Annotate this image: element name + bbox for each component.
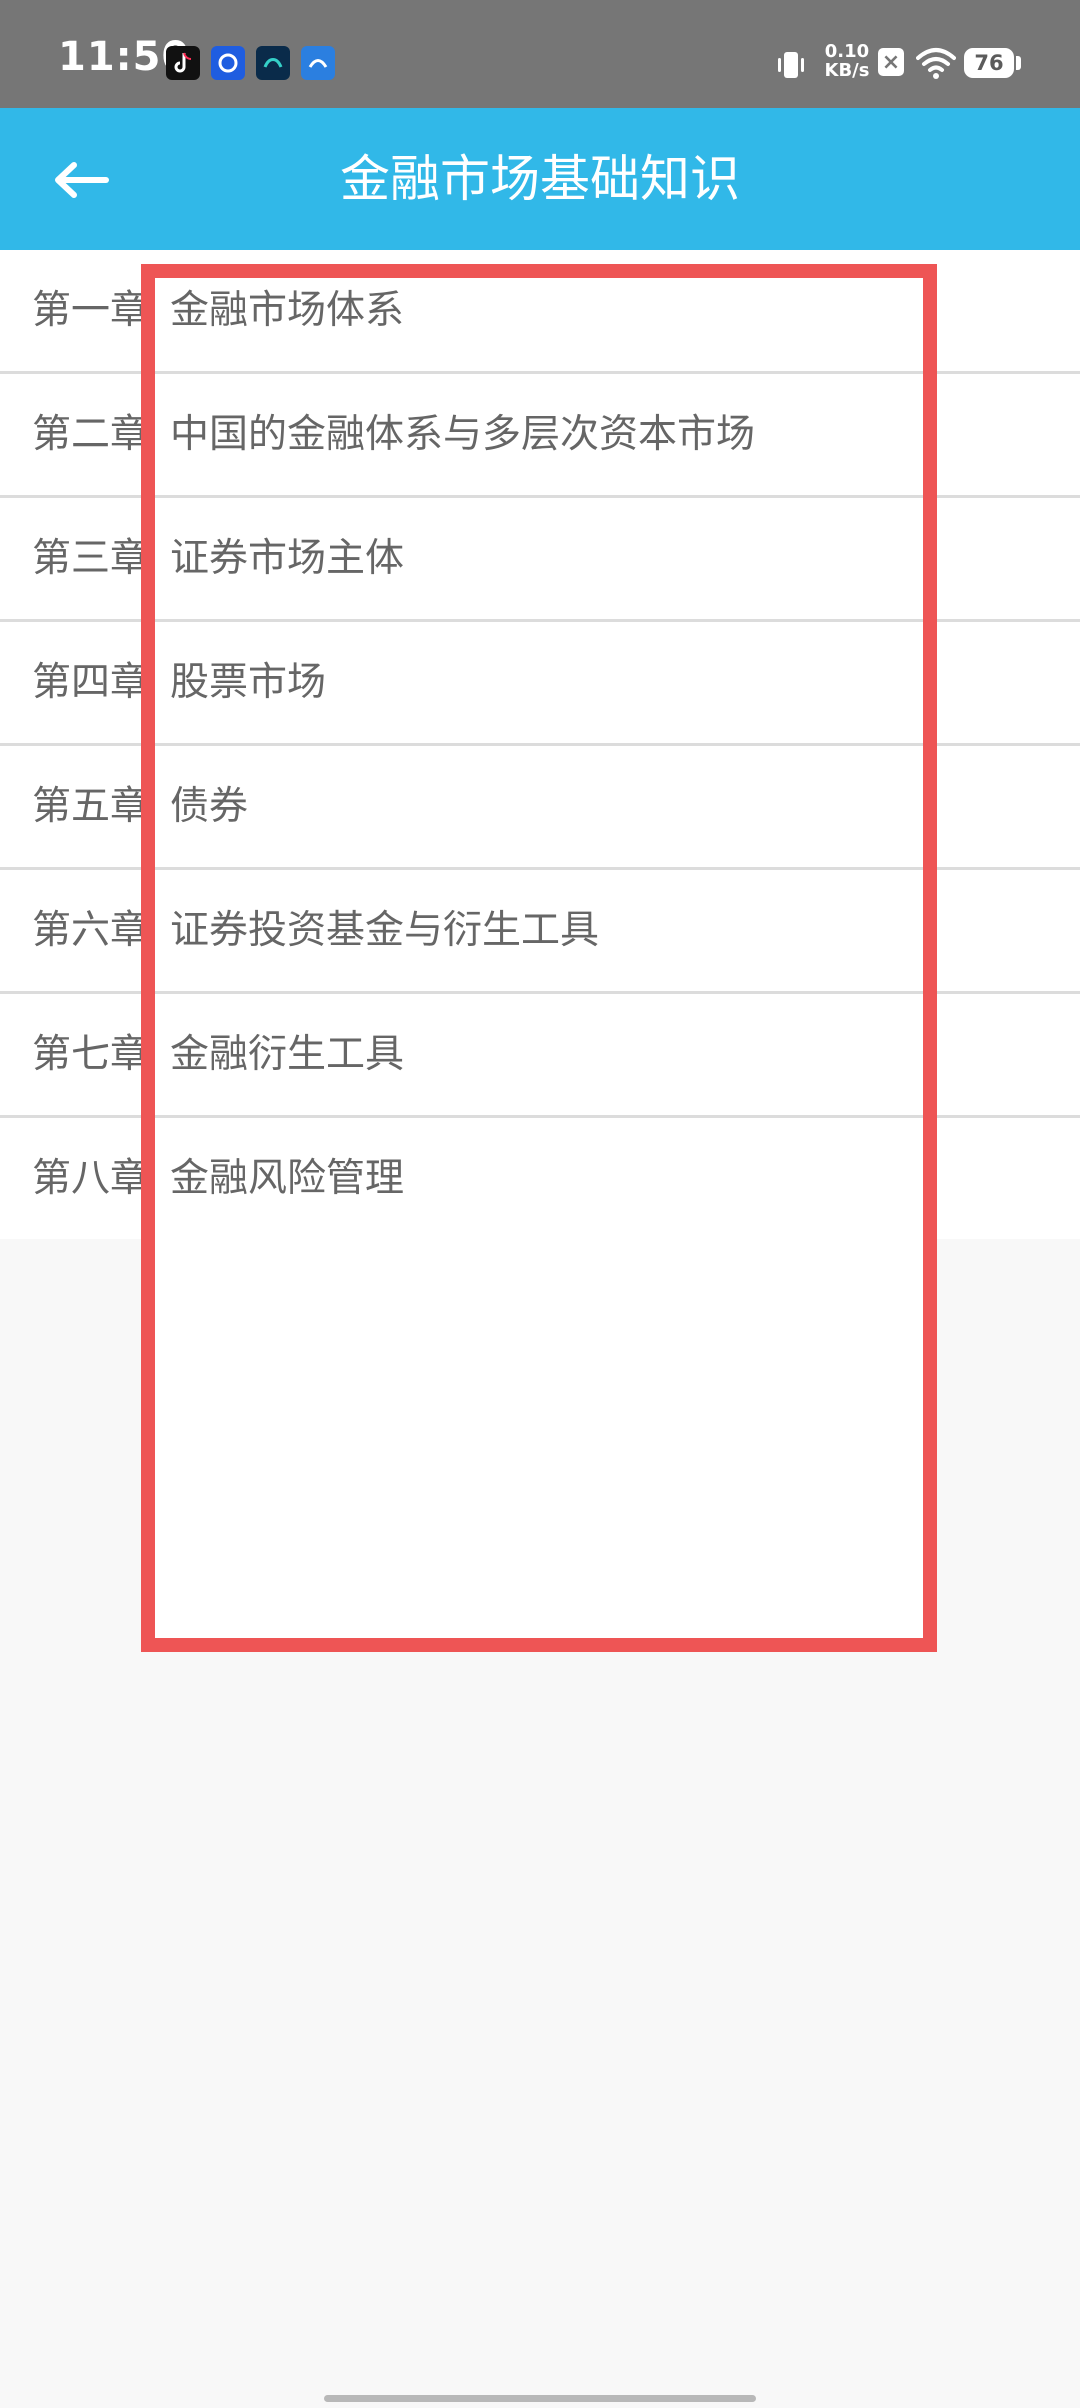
chapter-number: 第二章	[32, 412, 142, 457]
tiktok-icon	[166, 46, 200, 80]
vibrate-icon	[778, 52, 804, 78]
battery-icon: 76	[964, 48, 1014, 78]
wifi-icon	[916, 48, 956, 79]
back-button[interactable]	[38, 142, 124, 218]
app-icon	[211, 46, 245, 80]
page-title: 金融市场基础知识	[340, 150, 740, 208]
arrow-left-icon	[55, 162, 109, 198]
toolbar: 金融市场基础知识	[0, 108, 1080, 250]
chapter-number: 第一章	[32, 288, 142, 333]
close-notification-icon: ×	[878, 48, 904, 76]
chapter-item-8[interactable]: 第八章 金融风险管理	[0, 1118, 1080, 1239]
chapter-title: 证券市场主体	[170, 536, 405, 581]
highlight-area-fill	[155, 1232, 923, 1638]
chapter-number: 第四章	[32, 660, 142, 705]
battery-nub	[1016, 56, 1021, 70]
chapter-item-4[interactable]: 第四章 股票市场	[0, 622, 1080, 746]
chapter-number: 第八章	[32, 1156, 142, 1201]
chapter-item-2[interactable]: 第二章 中国的金融体系与多层次资本市场	[0, 374, 1080, 498]
chapter-title: 中国的金融体系与多层次资本市场	[170, 412, 756, 457]
status-bar: 11:50 0.10 KB/s × 76	[0, 0, 1080, 108]
network-speed-unit: KB/s	[824, 60, 870, 81]
chapter-number: 第七章	[32, 1032, 142, 1077]
chapter-list: 第一章 金融市场体系 第二章 中国的金融体系与多层次资本市场 第三章 证券市场主…	[0, 250, 1080, 1239]
chapter-item-6[interactable]: 第六章 证券投资基金与衍生工具	[0, 870, 1080, 994]
chapter-number: 第三章	[32, 536, 142, 581]
app-icon	[256, 46, 290, 80]
chapter-title: 金融市场体系	[170, 288, 405, 333]
chapter-number: 第六章	[32, 908, 142, 953]
network-speed: 0.10 KB/s	[822, 42, 872, 80]
chapter-title: 股票市场	[170, 660, 327, 705]
chapter-title: 金融风险管理	[170, 1156, 405, 1201]
chapter-title: 证券投资基金与衍生工具	[170, 908, 600, 953]
app-icon	[301, 46, 335, 80]
chapter-title: 金融衍生工具	[170, 1032, 405, 1077]
home-indicator[interactable]	[324, 2395, 756, 2402]
chapter-title: 债券	[170, 784, 249, 829]
chapter-item-7[interactable]: 第七章 金融衍生工具	[0, 994, 1080, 1118]
network-speed-value: 0.10	[824, 41, 870, 62]
chapter-number: 第五章	[32, 784, 142, 829]
chapter-item-3[interactable]: 第三章 证券市场主体	[0, 498, 1080, 622]
chapter-item-1[interactable]: 第一章 金融市场体系	[0, 250, 1080, 374]
chapter-item-5[interactable]: 第五章 债券	[0, 746, 1080, 870]
